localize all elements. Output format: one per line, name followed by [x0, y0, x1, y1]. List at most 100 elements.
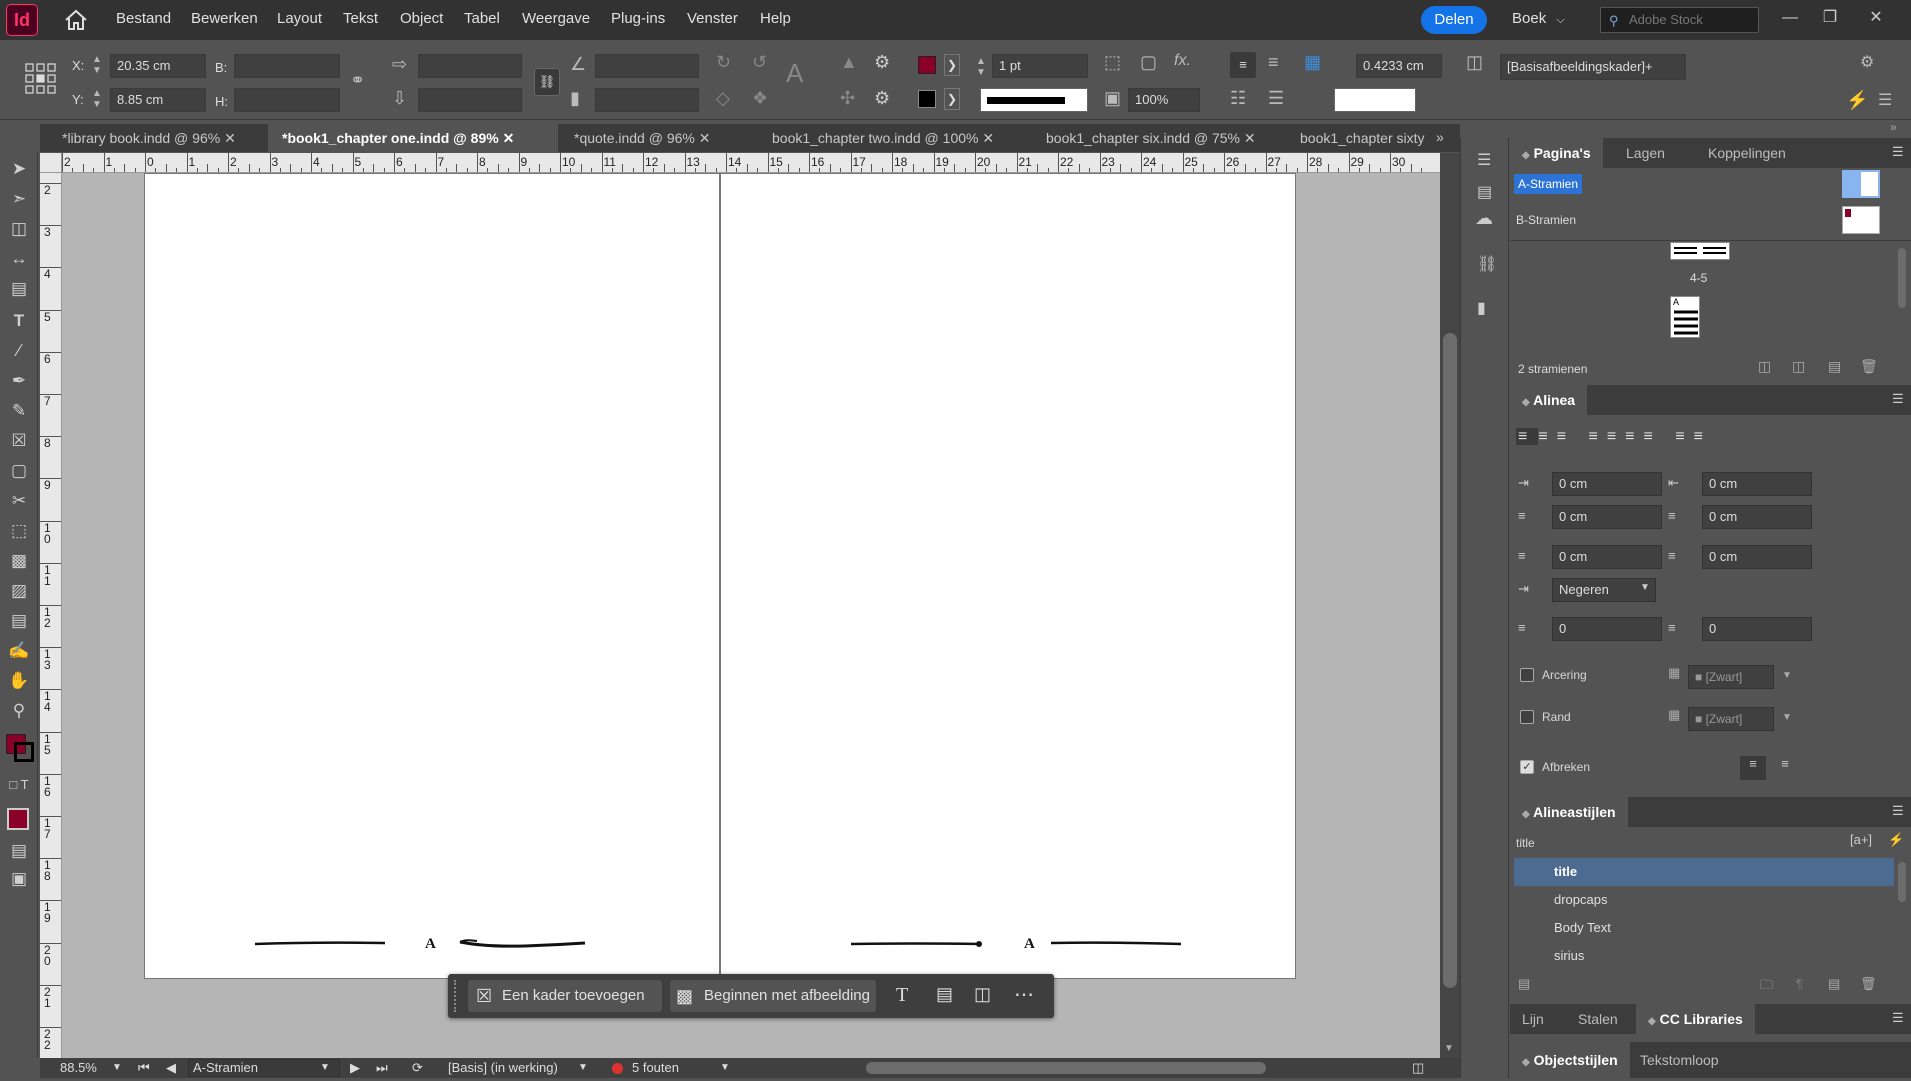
type-transform-icon[interactable]: A — [786, 58, 803, 89]
menu-help[interactable]: Help — [760, 10, 791, 27]
trash-icon[interactable]: 🗑 — [1860, 976, 1877, 992]
style-item[interactable]: Body Text — [1514, 914, 1894, 942]
close-icon[interactable]: ✕ — [1244, 130, 1256, 146]
master-b[interactable]: B-Stramien — [1516, 213, 1576, 227]
chevron-down-icon[interactable]: ▼ — [1640, 582, 1650, 593]
zoom-tool-icon[interactable]: ⚲ — [4, 698, 34, 724]
preflight-profile[interactable]: [Basis] (in werking) — [416, 1058, 558, 1078]
height-field[interactable] — [234, 88, 340, 112]
last-page-icon[interactable]: ⏭ — [376, 1058, 388, 1078]
stroke-menu-button[interactable]: ❯ — [944, 88, 960, 110]
zoom-level[interactable]: 88.5% — [60, 1058, 97, 1078]
home-icon[interactable] — [62, 8, 90, 32]
next-page-icon[interactable]: ▶ — [350, 1058, 360, 1078]
new-group-icon[interactable]: 🗀 — [1760, 976, 1773, 998]
gap-tool-icon[interactable]: ↔ — [4, 246, 34, 272]
last-line-indent-field[interactable]: 0 cm — [1702, 505, 1812, 529]
chevron-down-icon[interactable]: ▼ — [578, 1058, 588, 1078]
tab-stroke[interactable]: Lijn — [1510, 1004, 1556, 1034]
align-right-icon[interactable]: ≡ — [1557, 428, 1575, 445]
tab-pages[interactable]: ◆ Pagina's — [1510, 138, 1603, 168]
scissors-tool-icon[interactable]: ✂ — [4, 488, 34, 514]
eyedropper-tool-icon[interactable]: ✍ — [4, 638, 34, 664]
align-spine-icon[interactable]: ≡ — [1675, 428, 1693, 445]
more-icon[interactable]: ⋯ — [1014, 982, 1034, 1007]
ruler-origin[interactable] — [40, 153, 62, 173]
reference-point-icon[interactable] — [24, 62, 58, 96]
space-after-field[interactable]: 0 cm — [1702, 545, 1812, 569]
justify-center-icon[interactable]: ≡ — [1607, 428, 1625, 445]
tab-cc-libraries[interactable]: ◆ CC Libraries — [1636, 1004, 1755, 1034]
add-frame-button[interactable]: ☒ Een kader toevoegen — [468, 980, 662, 1012]
tabs-overflow-icon[interactable]: » — [1436, 129, 1444, 145]
trash-icon[interactable]: 🗑 — [1860, 358, 1878, 375]
auto-fit-icon[interactable]: ▦ — [1304, 52, 1321, 73]
note-tool-icon[interactable]: ▤ — [4, 608, 34, 634]
left-page[interactable]: A — [144, 173, 720, 979]
menu-bestand[interactable]: Bestand — [116, 10, 171, 27]
effects-icon[interactable]: fx. — [1174, 52, 1191, 70]
close-icon[interactable]: ✕ — [503, 130, 515, 146]
type-tool-icon[interactable]: T — [4, 308, 34, 334]
stroke-color-icon[interactable] — [14, 742, 34, 762]
menu-bewerken[interactable]: Bewerken — [191, 10, 258, 27]
justify-right-icon[interactable]: ≡ — [1625, 428, 1643, 445]
load-styles-icon[interactable]: ▤ — [1518, 976, 1530, 992]
close-icon[interactable]: ✕ — [224, 130, 236, 146]
span-columns-icon[interactable]: ≡ — [1740, 756, 1766, 780]
move-pages-icon[interactable]: ◫ — [1792, 358, 1805, 375]
pages-scrollbar[interactable] — [1898, 248, 1906, 308]
apply-color-icon[interactable] — [7, 808, 29, 830]
stroke-weight-stepper-icon[interactable]: ▲ ▼ — [976, 56, 986, 78]
cc-libraries-icon[interactable]: ☁ — [1475, 208, 1493, 229]
fitting-frame-icon[interactable]: ⬚ — [1104, 52, 1121, 73]
constrain-proportions-icon[interactable]: ⚭ — [350, 70, 365, 91]
tab-chapter-sixty[interactable]: book1_chapter sixty — [1286, 124, 1454, 152]
preview-mode-icon[interactable]: ▣ — [4, 866, 34, 892]
chevron-down-icon[interactable]: ▼ — [1782, 712, 1792, 723]
x-field[interactable]: 20.35 cm — [110, 54, 206, 78]
master-a-thumb[interactable] — [1842, 170, 1880, 198]
tab-chapter-six[interactable]: book1_chapter six.indd @ 75% ✕ — [1032, 124, 1284, 152]
fill-swatch[interactable] — [918, 56, 936, 74]
drag-handle[interactable] — [454, 980, 458, 1012]
menu-object[interactable]: Object — [400, 10, 443, 27]
space-before-field[interactable]: 0 cm — [1552, 545, 1662, 569]
tab-swatches[interactable]: Stalen — [1566, 1004, 1630, 1034]
stroke-weight-field[interactable]: 1 pt — [992, 54, 1088, 78]
tab-paragraph[interactable]: ◆ Alinea — [1510, 385, 1588, 415]
y-stepper-icon[interactable]: ▲ ▼ — [92, 88, 102, 110]
shear-field[interactable] — [595, 88, 699, 112]
links-icon[interactable]: ⛓ — [1477, 254, 1497, 274]
page-thumb[interactable]: A — [1670, 296, 1700, 338]
new-page-icon[interactable]: ▤ — [1828, 358, 1841, 375]
alignment-buttons[interactable]: ≡ ≡≡ ≡≡≡≡ ≡≡ — [1516, 428, 1886, 452]
chevron-down-icon[interactable]: ▼ — [320, 1058, 330, 1078]
shading-checkbox[interactable] — [1520, 668, 1534, 682]
content-collector-icon[interactable]: ▤ — [4, 276, 34, 302]
select-content-icon[interactable]: ✣ — [840, 88, 855, 109]
link-icon[interactable]: ⛓ — [534, 68, 560, 96]
free-transform-tool-icon[interactable]: ⬚ — [4, 518, 34, 544]
stock-search-input[interactable]: ⚲ Adobe Stock — [1600, 7, 1759, 33]
quick-apply-icon[interactable]: ⚡ — [1888, 832, 1904, 848]
width-field[interactable] — [234, 54, 340, 78]
tab-layers[interactable]: Lagen — [1614, 138, 1677, 168]
settings-icon[interactable]: ⚙ — [1860, 52, 1874, 72]
align-center-icon[interactable]: ≡ — [1538, 428, 1556, 445]
styles-scrollbar[interactable] — [1898, 862, 1906, 902]
tab-object-styles[interactable]: ◆ Objectstijlen — [1510, 1042, 1630, 1078]
pages-icon[interactable]: ▤ — [1477, 182, 1492, 202]
drop-cap-lines-field[interactable]: 0 — [1552, 617, 1662, 641]
properties-icon[interactable]: ☰ — [1477, 150, 1491, 170]
horizontal-scroll-thumb[interactable] — [866, 1062, 1266, 1074]
collapse-panels-icon[interactable]: » — [1890, 120, 1897, 134]
panel-menu-icon[interactable]: ☰ — [1892, 803, 1904, 819]
scale-y-field[interactable] — [418, 88, 522, 112]
chevron-down-icon[interactable]: ▼ — [112, 1058, 122, 1078]
menu-tabel[interactable]: Tabel — [464, 10, 500, 27]
menu-plugins[interactable]: Plug-ins — [611, 10, 665, 27]
new-style-from-selection-icon[interactable]: [a+] — [1850, 832, 1872, 847]
menu-layout[interactable]: Layout — [277, 10, 322, 27]
direct-selection-tool-icon[interactable]: ➣ — [4, 186, 34, 212]
